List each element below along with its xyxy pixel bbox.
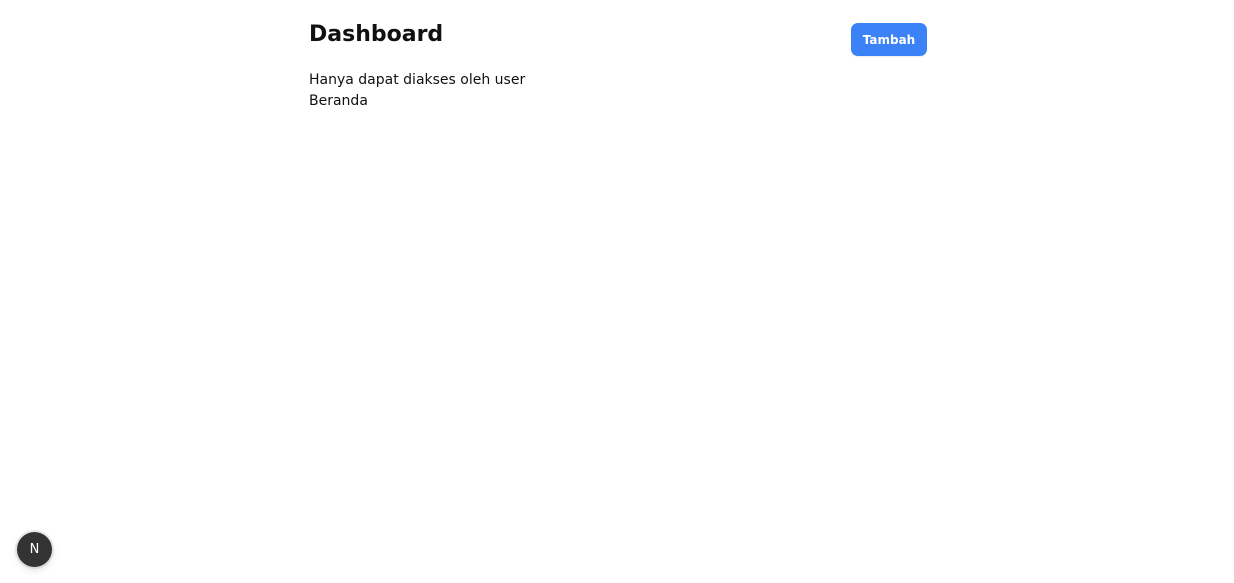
dashboard-header: Dashboard Tambah	[309, 22, 927, 56]
add-button[interactable]: Tambah	[851, 23, 927, 56]
dashboard-content: Dashboard Tambah Hanya dapat diakses ole…	[309, 22, 927, 112]
nextjs-dev-indicator[interactable]: N	[17, 532, 52, 567]
page-title: Dashboard	[309, 22, 444, 47]
access-note: Hanya dapat diakses oleh user	[309, 72, 526, 88]
home-label: Beranda	[309, 93, 368, 109]
dashboard-description: Hanya dapat diakses oleh user Beranda	[309, 70, 927, 112]
page: Dashboard Tambah Hanya dapat diakses ole…	[0, 0, 1234, 583]
nextjs-icon: N	[29, 542, 40, 557]
